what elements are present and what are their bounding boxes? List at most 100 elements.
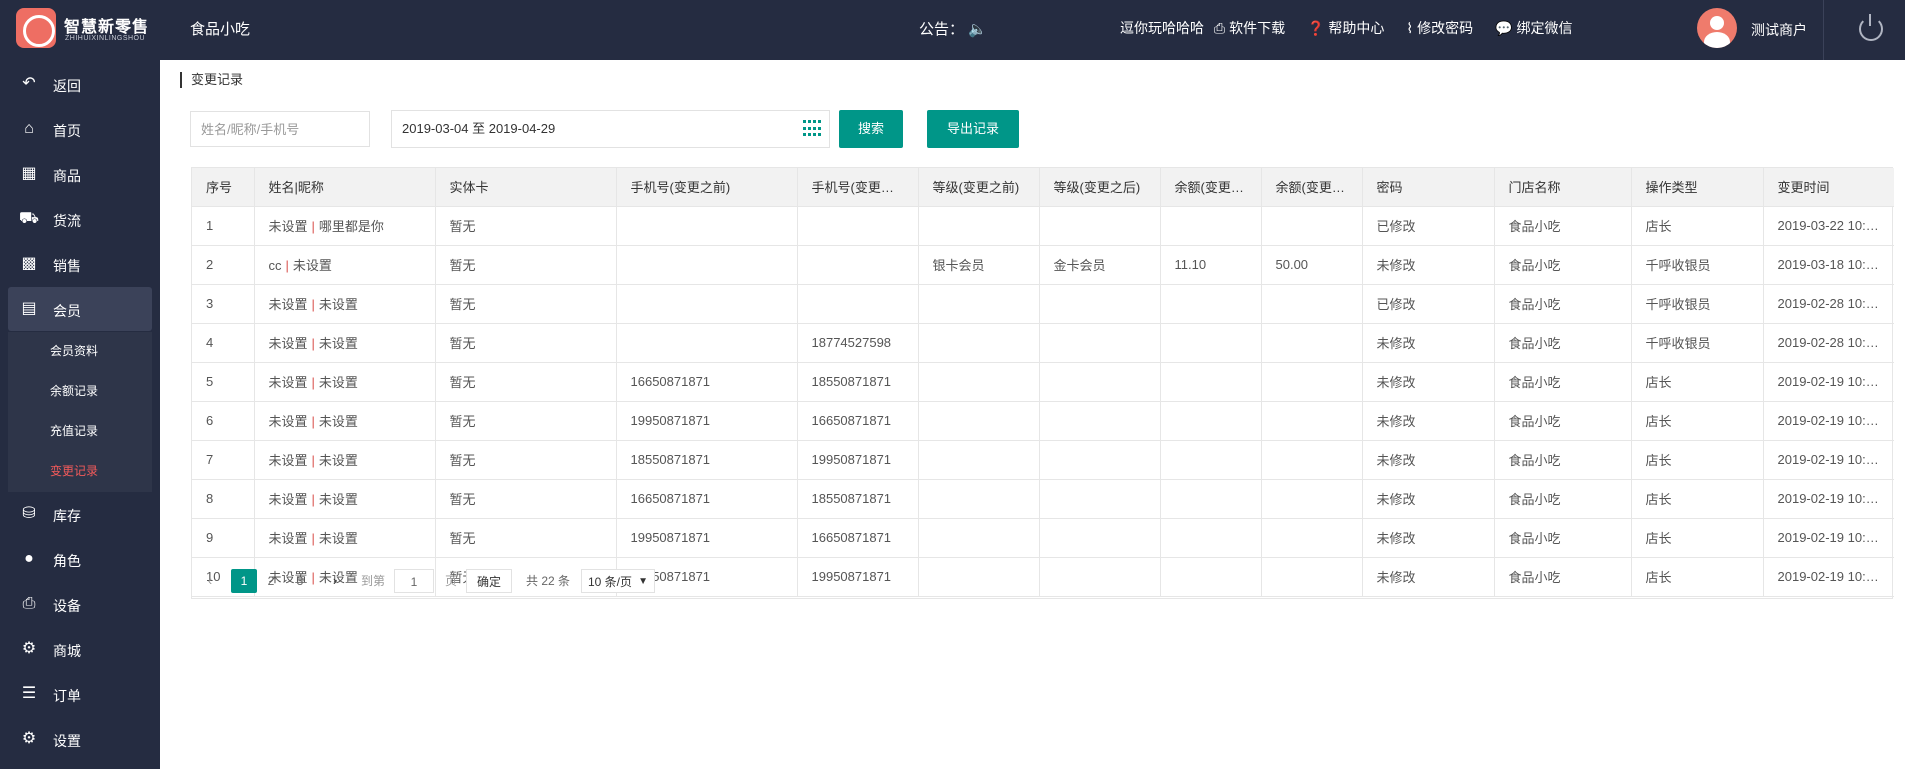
cell-op: 店长 bbox=[1631, 518, 1764, 558]
cell-name: cc | 未设置 bbox=[254, 245, 436, 285]
table-row: 6 未设置 | 未设置 暂无 19950871871 16650871871 未修改 食品小吃店… bbox=[192, 401, 1894, 441]
bind-wechat-link[interactable]: 💬 绑定微信 bbox=[1495, 18, 1572, 38]
cell-pwd: 已修改 bbox=[1362, 206, 1495, 246]
column-header: 余额(变更之前) bbox=[1160, 168, 1262, 207]
download-link[interactable]: ⎙ 软件下载 bbox=[1214, 18, 1285, 38]
sidebar-item-role[interactable]: ● 角色 bbox=[8, 537, 152, 581]
name-separator: | bbox=[311, 375, 315, 390]
cell-pwd: 未修改 bbox=[1362, 440, 1495, 480]
cell-phone-after bbox=[797, 206, 919, 246]
member-name: 未设置 bbox=[268, 453, 308, 468]
sidebar-item-settings[interactable]: ⚙ 设置 bbox=[8, 717, 152, 761]
cell-level-before bbox=[918, 323, 1040, 363]
sidebar-item-sales[interactable]: ▩ 销售 bbox=[8, 242, 152, 286]
cell-no: 2 bbox=[192, 245, 255, 285]
date-range-input[interactable]: 2019-03-04 至 2019-04-29 bbox=[391, 110, 830, 148]
table-row: 3 未设置 | 未设置 暂无 已修改 食品小吃 千呼收银员 2019-02-28 10:00:0… bbox=[192, 284, 1894, 324]
submenu-member-profile[interactable]: 会员资料 bbox=[50, 342, 98, 359]
cell-bal-before bbox=[1160, 401, 1262, 441]
goto-page-input[interactable]: 1 bbox=[394, 569, 434, 593]
cell-phone-before bbox=[616, 206, 798, 246]
submenu-balance-records[interactable]: 余额记录 bbox=[50, 382, 98, 399]
submenu-change-records[interactable]: 变更记录 bbox=[50, 462, 98, 479]
bind-wechat-label: 绑定微信 bbox=[1516, 20, 1573, 36]
cell-store: 食品小吃 bbox=[1494, 518, 1632, 558]
search-button[interactable]: 搜索 bbox=[839, 110, 903, 148]
sidebar-item-label: 货流 bbox=[53, 213, 81, 229]
cell-name: 未设置 | 未设置 bbox=[254, 362, 436, 402]
change-password-link[interactable]: ⌇ 修改密码 bbox=[1406, 18, 1473, 38]
name-separator: | bbox=[311, 336, 315, 351]
cell-store: 食品小吃 bbox=[1494, 323, 1632, 363]
wechat-icon: 💬 bbox=[1495, 20, 1513, 36]
member-name: 未设置 bbox=[268, 375, 308, 390]
page-size-select[interactable]: 10 条/页 ▼ bbox=[581, 569, 655, 593]
sidebar-item-inventory[interactable]: ⛁ 库存 bbox=[8, 492, 152, 536]
help-link[interactable]: ❓ 帮助中心 bbox=[1307, 18, 1384, 38]
table-row: 4 未设置 | 未设置 暂无 18774527598 未修改 食品小吃 千呼收银员 2019-02… bbox=[192, 323, 1894, 363]
cell-no: 9 bbox=[192, 518, 255, 558]
grid-icon: ▦ bbox=[21, 165, 37, 182]
cell-bal-before bbox=[1160, 518, 1262, 558]
sidebar-item-device[interactable]: ⎙ 设备 bbox=[8, 582, 152, 626]
export-button[interactable]: 导出记录 bbox=[927, 110, 1019, 148]
sidebar-item-goods[interactable]: ▦ 商品 bbox=[8, 152, 152, 196]
cell-level-after bbox=[1039, 284, 1161, 324]
column-header: 门店名称 bbox=[1494, 168, 1632, 207]
power-icon[interactable] bbox=[1859, 14, 1883, 41]
submenu-recharge-records[interactable]: 充值记录 bbox=[50, 422, 98, 439]
sidebar-item-label: 销售 bbox=[53, 258, 81, 274]
cell-phone-after bbox=[797, 284, 919, 324]
cell-op: 店长 bbox=[1631, 479, 1764, 519]
cell-card: 暂无 bbox=[435, 362, 617, 402]
user-name: 测试商户 bbox=[1751, 22, 1807, 38]
cell-op: 店长 bbox=[1631, 362, 1764, 402]
cell-no: 8 bbox=[192, 479, 255, 519]
cell-level-after bbox=[1039, 518, 1161, 558]
column-header: 余额(变更之后) bbox=[1261, 168, 1363, 207]
cell-phone-before bbox=[616, 245, 798, 285]
member-nickname: 哪里都是你 bbox=[318, 219, 384, 234]
download-icon: ⎙ bbox=[1213, 20, 1226, 36]
calendar-icon[interactable] bbox=[803, 120, 823, 138]
page-1-button[interactable]: 1 bbox=[231, 569, 257, 593]
cell-name: 未设置 | 未设置 bbox=[254, 284, 436, 324]
page-3-button[interactable]: 3 bbox=[290, 569, 310, 593]
table-row: 5 未设置 | 未设置 暂无 16650871871 18550871871 未修改 食品小吃店… bbox=[192, 362, 1894, 402]
prev-page-button[interactable]: ‹ bbox=[202, 569, 218, 593]
sidebar-item-orders[interactable]: ☰ 订单 bbox=[8, 672, 152, 716]
help-icon: ❓ bbox=[1306, 20, 1325, 36]
cell-bal-before bbox=[1160, 206, 1262, 246]
cell-level-before bbox=[918, 206, 1040, 246]
cell-level-before bbox=[918, 440, 1040, 480]
cell-no: 4 bbox=[192, 323, 255, 363]
member-nickname: 未设置 bbox=[318, 375, 358, 390]
name-separator: | bbox=[311, 492, 315, 507]
cell-phone-before: 18550871871 bbox=[616, 440, 798, 480]
table-row: 8 未设置 | 未设置 暂无 16650871871 18550871871 未修改 食品小吃店… bbox=[192, 479, 1894, 519]
search-input[interactable] bbox=[190, 111, 370, 147]
cell-phone-before bbox=[616, 284, 798, 324]
cell-phone-before bbox=[616, 323, 798, 363]
cell-store: 食品小吃 bbox=[1494, 245, 1632, 285]
cell-pwd: 未修改 bbox=[1362, 479, 1495, 519]
cell-time: 2019-02-28 10:00:00 bbox=[1763, 284, 1894, 324]
goto-confirm-button[interactable]: 确定 bbox=[466, 569, 512, 593]
logo[interactable]: 智慧新零售 ZHIHUIXINLINGSHOU bbox=[16, 8, 160, 52]
sidebar-item-home[interactable]: ⌂ 首页 bbox=[8, 107, 152, 151]
cell-bal-before bbox=[1160, 479, 1262, 519]
sidebar-item-label: 角色 bbox=[53, 553, 81, 569]
sidebar-item-logistics[interactable]: ⛟ 货流 bbox=[8, 197, 152, 241]
sidebar-item-back[interactable]: ↶ 返回 bbox=[8, 62, 152, 106]
cell-phone-after: 18550871871 bbox=[797, 479, 919, 519]
sidebar-item-member[interactable]: ▤ 会员 bbox=[8, 287, 152, 331]
sidebar-item-label: 订单 bbox=[53, 688, 81, 704]
cell-bal-before bbox=[1160, 323, 1262, 363]
sidebar-item-mall[interactable]: ⚙ 商城 bbox=[8, 627, 152, 671]
next-page-button[interactable]: › bbox=[327, 569, 343, 593]
database-icon: ⛁ bbox=[22, 505, 36, 522]
cell-pwd: 已修改 bbox=[1362, 284, 1495, 324]
date-range-value: 2019-03-04 至 2019-04-29 bbox=[402, 121, 556, 136]
cell-pwd: 未修改 bbox=[1362, 401, 1495, 441]
page-2-button[interactable]: 2 bbox=[261, 569, 281, 593]
